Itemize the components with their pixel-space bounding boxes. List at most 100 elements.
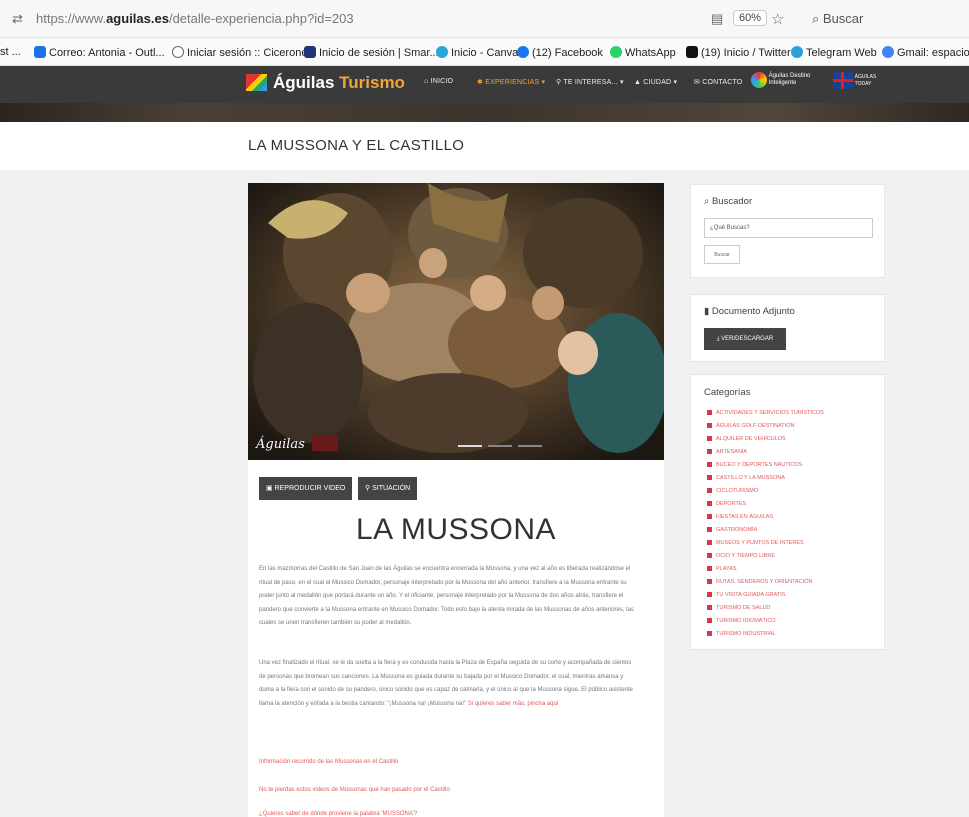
- category-link[interactable]: Ocio y Tiempo Libre: [707, 553, 775, 559]
- badge-label: Águilas Destino Inteligente: [768, 73, 811, 86]
- category-link[interactable]: Gastronomía: [707, 527, 757, 533]
- category-link[interactable]: Turismo Industrial: [707, 631, 776, 637]
- word-origin-link[interactable]: ¿Quieres saber de dónde proviene la pala…: [259, 811, 417, 817]
- category-link[interactable]: Turismo Idiomático: [707, 618, 776, 624]
- category-link[interactable]: Turismo de Salud: [707, 605, 770, 611]
- reader-view-icon[interactable]: ▤: [711, 11, 723, 27]
- menu-item-te-interesa[interactable]: ⚲ TE INTERESA... ▾: [556, 78, 624, 86]
- aguilas-flag-icon: [246, 74, 267, 91]
- category-link[interactable]: Tu Visita Guiada Gratis: [707, 592, 785, 598]
- category-link[interactable]: Alquiler de Vehículos: [707, 436, 786, 442]
- address-bar: ⇄ https://www.aguilas.es/detalle-experie…: [0, 0, 969, 38]
- bookmark-item[interactable]: Gmail: espacio d: [882, 46, 969, 59]
- location-button[interactable]: ⚲ SITUACIÓN: [358, 477, 418, 500]
- bookmark-item[interactable]: Inicio de sesión | Smar...: [304, 46, 439, 59]
- category-link[interactable]: Museos y Puntos de Interés: [707, 540, 804, 546]
- menu-label: CONTACTO: [702, 79, 743, 86]
- bookmark-label: (12) Facebook: [532, 47, 603, 59]
- bookmark-item[interactable]: (12) Facebook: [517, 46, 603, 59]
- watermark-logo-icon: [312, 435, 338, 451]
- search-title-label: Buscador: [711, 196, 753, 207]
- chevron-down-icon: ▾: [617, 79, 624, 86]
- category-link[interactable]: Actividades y Servicios Turísticos: [707, 410, 824, 416]
- bookmark-star-icon[interactable]: ☆: [771, 10, 784, 28]
- site-logo[interactable]: Águilas Turismo: [246, 73, 405, 93]
- search-icon: ⌕: [704, 196, 712, 207]
- search-input[interactable]: ¿Qué Buscas?: [704, 218, 873, 238]
- search-panel-title: ⌕ Buscador: [704, 196, 752, 207]
- bookmark-label: Correo: Antonia - Outl...: [49, 47, 165, 59]
- file-icon: ▮: [704, 306, 712, 317]
- document-panel: ▮ Documento Adjunto ⤓ VER/DESCARGAR: [690, 294, 885, 362]
- bookmark-item[interactable]: Iniciar sesión :: Cicerone: [172, 46, 307, 59]
- zoom-level[interactable]: 60%: [733, 10, 768, 26]
- menu-item-ciudad[interactable]: ▲ CIUDAD ▾: [634, 78, 677, 86]
- search-icon: ⌕: [812, 11, 820, 26]
- canva-icon: [436, 46, 448, 58]
- menu-label: INICIO: [430, 78, 454, 85]
- aguilas-today-badge[interactable]: ÁGUILAS TODAY: [833, 72, 883, 89]
- badge-label: ÁGUILAS TODAY: [854, 73, 877, 87]
- bookmark-item[interactable]: (19) Inicio / Twitter: [686, 46, 791, 59]
- bookmark-item[interactable]: Correo: Antonia - Outl...: [34, 46, 165, 59]
- categories-panel: Categorías Actividades y Servicios Turís…: [690, 374, 885, 650]
- bookmark-label: Iniciar sesión :: Cicerone: [187, 47, 308, 59]
- site-permissions-icon[interactable]: ⇄: [12, 11, 23, 27]
- bookmark-item[interactable]: Telegram Web: [791, 46, 877, 59]
- page-title: LA MUSSONA Y EL CASTILLO: [248, 137, 465, 154]
- play-video-button[interactable]: ▣ REPRODUCIR VIDEO: [259, 477, 353, 500]
- bookmark-label: Inicio - Canva: [451, 47, 519, 59]
- home-icon: ⌂: [424, 78, 431, 85]
- building-icon: ▲: [634, 79, 644, 86]
- menu-item-inicio[interactable]: ⌂ INICIO: [424, 78, 453, 85]
- category-link[interactable]: Fiestas en Águilas: [707, 514, 773, 520]
- bookmark-label: Inicio de sesión | Smar...: [319, 47, 439, 59]
- categories-title: Categorías: [704, 387, 751, 398]
- bookmark-label: st ...: [0, 46, 21, 58]
- header-banner-strip: [0, 103, 969, 122]
- bookmark-item[interactable]: WhatsApp: [610, 46, 676, 59]
- url-field[interactable]: https://www.aguilas.es/detalle-experienc…: [36, 11, 354, 26]
- menu-item-contacto[interactable]: ✉ CONTACTO: [694, 78, 742, 86]
- bookmark-item[interactable]: st ...: [0, 46, 21, 58]
- smart-icon: [304, 46, 316, 58]
- article-heading: LA MUSSONA: [355, 513, 557, 546]
- browser-search-box[interactable]: ⌕ Buscar: [812, 11, 863, 27]
- destino-inteligente-badge[interactable]: Águilas Destino Inteligente: [751, 72, 821, 88]
- category-link[interactable]: Águilas Golf Destination: [707, 423, 794, 429]
- article-paragraph-1: En las mazmorras del Castillo de San Jua…: [259, 566, 634, 626]
- globe-icon: [172, 46, 184, 58]
- category-link[interactable]: Playas: [707, 566, 737, 572]
- search-panel: ⌕ Buscador ¿Qué Buscas? Buscar: [690, 184, 885, 278]
- paragraph-2-text: Una vez finalizado el ritual, se le da s…: [259, 660, 633, 707]
- category-link[interactable]: Buceo y Deportes Náuticos: [707, 462, 802, 468]
- download-button[interactable]: ⤓ VER/DESCARGAR: [704, 328, 786, 350]
- download-label: VER/DESCARGAR: [721, 336, 774, 342]
- bookmark-label: Gmail: espacio d: [897, 47, 969, 59]
- category-link[interactable]: Artesanía: [707, 449, 747, 455]
- bookmark-label: WhatsApp: [625, 47, 676, 59]
- url-path: /detalle-experiencia.php?id=203: [168, 11, 354, 26]
- category-link[interactable]: Deportes: [707, 501, 746, 507]
- bookmark-item[interactable]: Inicio - Canva: [436, 46, 518, 59]
- chevron-down-icon: ▾: [539, 79, 546, 86]
- location-label: SITUACIÓN: [372, 485, 411, 492]
- google-icon: [882, 46, 894, 58]
- category-link[interactable]: Cicloturismo: [707, 488, 758, 494]
- facebook-icon: [517, 46, 529, 58]
- gear-icon: ✱: [477, 79, 486, 86]
- category-link[interactable]: Castillo y La Mussona: [707, 475, 785, 481]
- more-info-link[interactable]: Si quieres saber más, pincha aquí: [468, 701, 559, 707]
- bookmark-label: (19) Inicio / Twitter: [701, 47, 791, 59]
- bookmark-label: Telegram Web: [806, 47, 877, 59]
- destino-logo-icon: [751, 72, 767, 88]
- videos-link[interactable]: No te pierdas estos videos de Mussonas q…: [259, 787, 450, 793]
- category-link[interactable]: Rutas, Senderos y Orientación: [707, 579, 812, 585]
- film-icon: ▣: [266, 485, 275, 492]
- menu-item-experiencias[interactable]: ✱ EXPERIENCIAS ▾: [477, 78, 545, 86]
- route-info-link[interactable]: Información recorrido de las Mussonas en…: [259, 759, 398, 765]
- telegram-icon: [791, 46, 803, 58]
- hero-photo[interactable]: Águilas: [248, 183, 664, 460]
- search-button[interactable]: Buscar: [704, 245, 740, 264]
- article-paragraph-2: Una vez finalizado el ritual, se le da s…: [259, 657, 637, 711]
